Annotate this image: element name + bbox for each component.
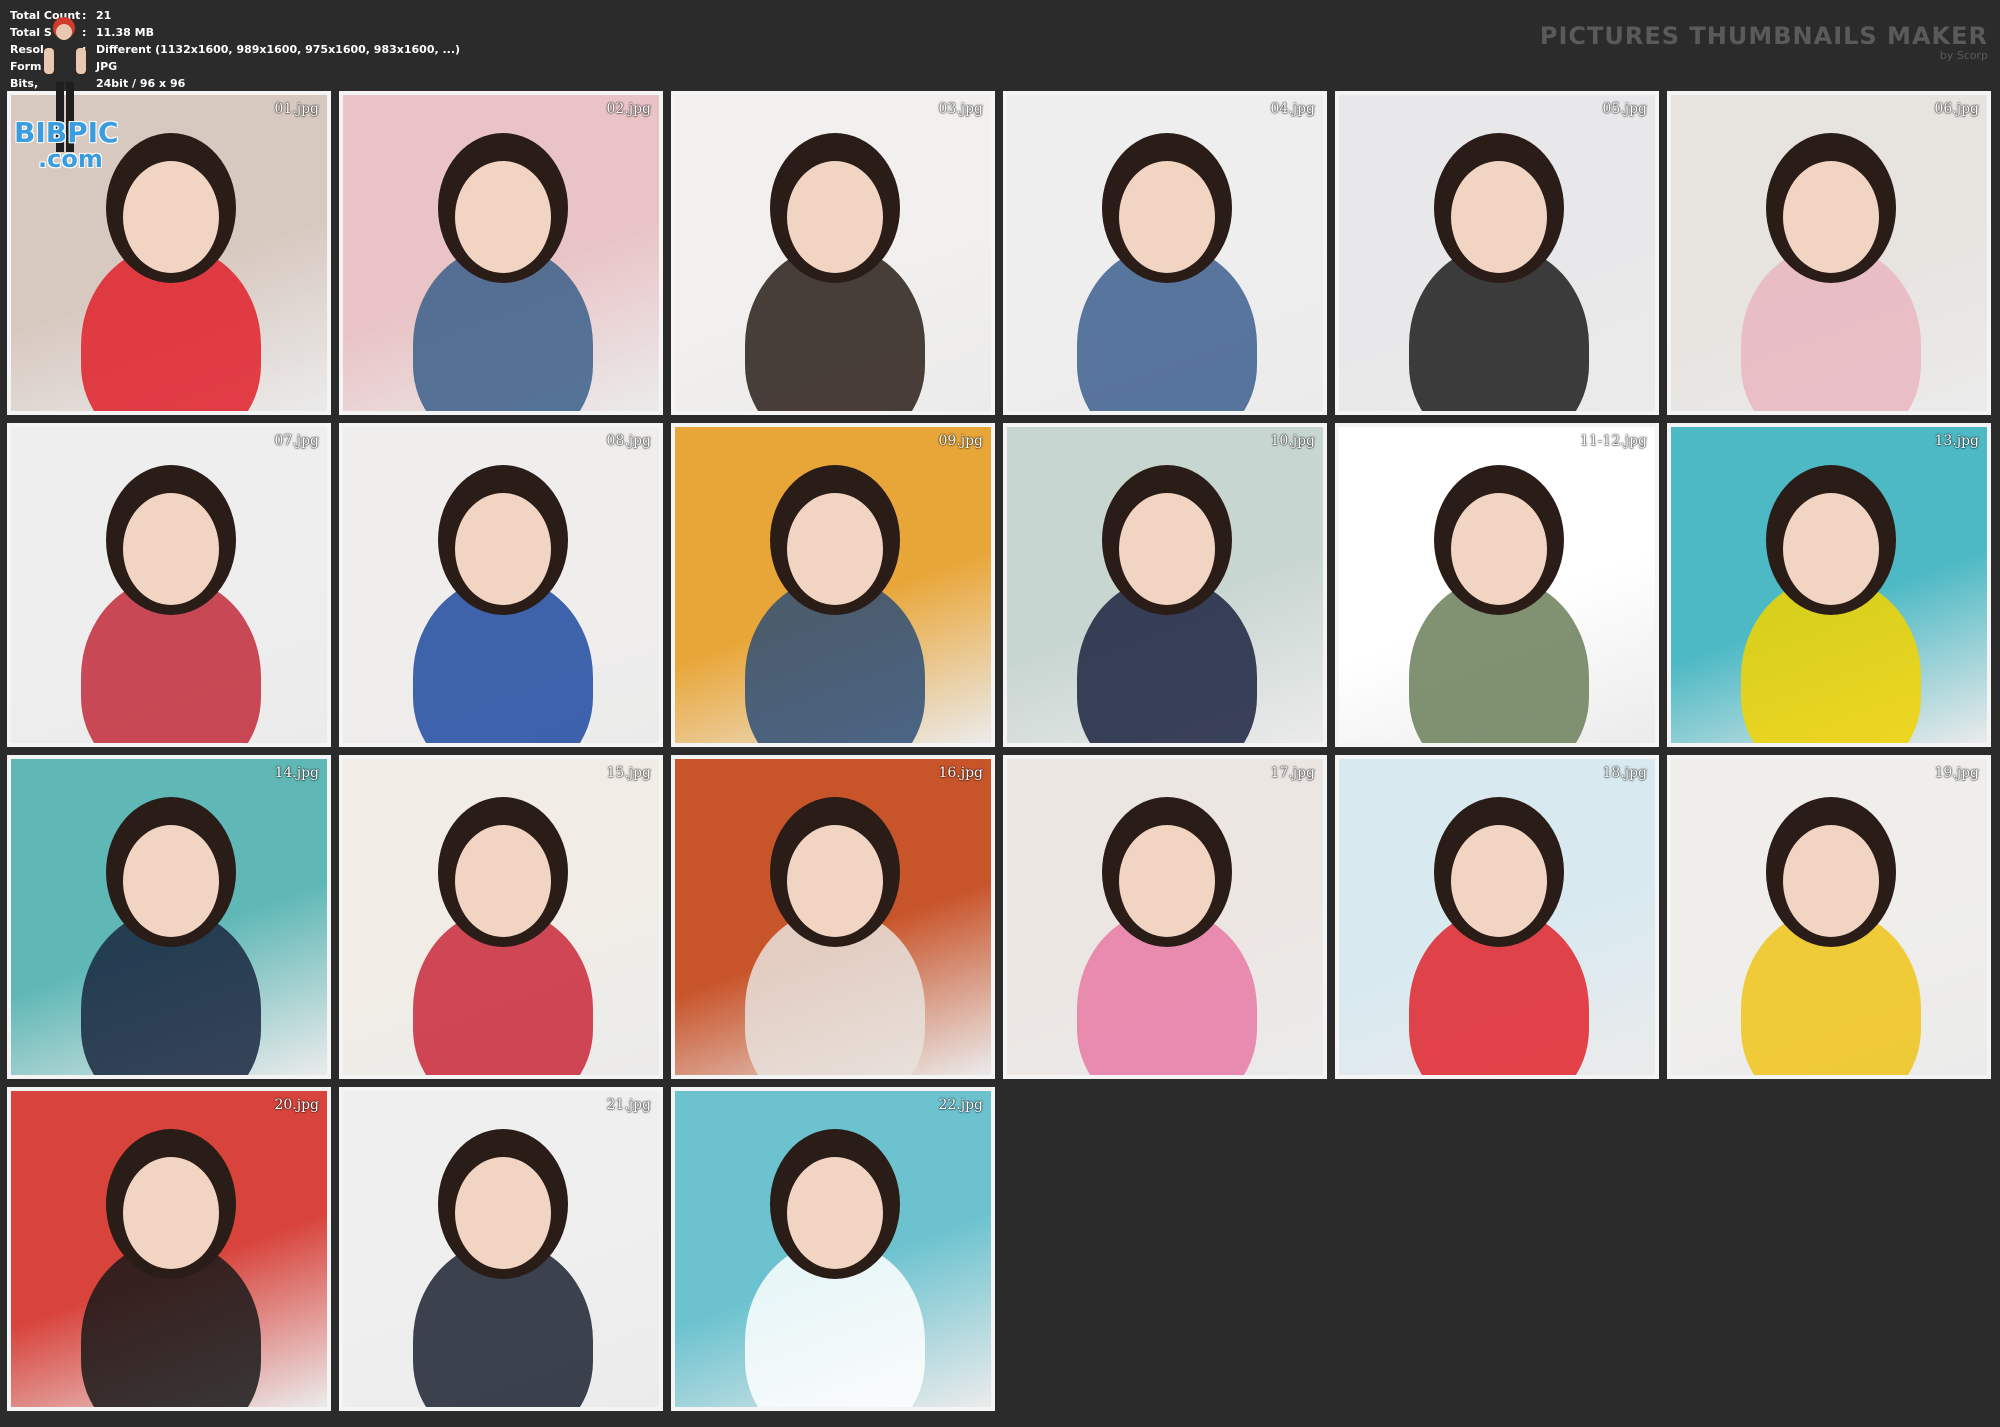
face-shape (1119, 493, 1215, 605)
thumbnail-image (1339, 95, 1655, 411)
face-shape (1451, 493, 1547, 605)
brand: PICTURES THUMBNAILS MAKER by Scorp (1540, 22, 1988, 62)
thumbnail-label: 09.jpg (938, 433, 983, 449)
face-shape (1783, 825, 1879, 937)
face-shape (1119, 161, 1215, 273)
thumbnail-image (675, 759, 991, 1075)
thumbnail[interactable]: 06.jpg (1667, 91, 1991, 415)
thumbnail-label: 21.jpg (606, 1097, 651, 1113)
thumbnail[interactable]: 14.jpg (7, 755, 331, 1079)
thumbnail-image (1007, 759, 1323, 1075)
face-shape (787, 493, 883, 605)
face-shape (1451, 161, 1547, 273)
thumbnail-image (343, 427, 659, 743)
thumbnail-label: 02.jpg (606, 101, 651, 117)
face-shape (1783, 493, 1879, 605)
info-value: 21 (96, 9, 112, 22)
thumbnail[interactable]: 21.jpg (339, 1087, 663, 1411)
thumbnail-label: 17.jpg (1270, 765, 1315, 781)
thumbnail[interactable]: 22.jpg (671, 1087, 995, 1411)
thumbnail-image (343, 1091, 659, 1407)
thumbnail[interactable]: 02.jpg (339, 91, 663, 415)
info-value: 24bit / 96 x 96 (96, 77, 186, 90)
thumbnail-label: 19.jpg (1934, 765, 1979, 781)
thumbnail-image (11, 427, 327, 743)
thumbnail[interactable]: 15.jpg (339, 755, 663, 1079)
thumbnail-image (11, 1091, 327, 1407)
thumbnail[interactable]: 19.jpg (1667, 755, 1991, 1079)
thumbnail-image (11, 759, 327, 1075)
thumbnail-label: 07.jpg (274, 433, 319, 449)
thumbnail[interactable]: 10.jpg (1003, 423, 1327, 747)
thumbnail-image (343, 759, 659, 1075)
face-shape (787, 161, 883, 273)
thumbnail-image (1671, 759, 1987, 1075)
thumbnail-label: 06.jpg (1934, 101, 1979, 117)
thumbnail-image (1339, 759, 1655, 1075)
face-shape (455, 161, 551, 273)
face-shape (1451, 825, 1547, 937)
brand-byline: by Scorp (1939, 49, 1988, 62)
thumbnail-label: 20.jpg (274, 1097, 319, 1113)
thumbnail[interactable]: 07.jpg (7, 423, 331, 747)
thumbnail[interactable]: 08.jpg (339, 423, 663, 747)
thumbnail-image (675, 95, 991, 411)
thumbnail-label: 18.jpg (1602, 765, 1647, 781)
thumbnail[interactable]: 13.jpg (1667, 423, 1991, 747)
face-shape (123, 493, 219, 605)
info-value: Different (1132x1600, 989x1600, 975x1600… (96, 43, 461, 56)
face-shape (455, 825, 551, 937)
face-shape (1119, 825, 1215, 937)
thumbnail-image (343, 95, 659, 411)
thumbnail-image (1339, 427, 1655, 743)
thumbnail-label: 10.jpg (1270, 433, 1315, 449)
watermark-line2: .com (38, 145, 103, 173)
thumbnail-label: 15.jpg (606, 765, 651, 781)
thumbnail[interactable]: 04.jpg (1003, 91, 1327, 415)
thumbnail-image (1007, 95, 1323, 411)
thumbnail[interactable]: 09.jpg (671, 423, 995, 747)
thumbnail-image (675, 427, 991, 743)
thumbnail[interactable]: 17.jpg (1003, 755, 1327, 1079)
thumbnail-label: 03.jpg (938, 101, 983, 117)
thumbnail-image (1671, 95, 1987, 411)
thumbnail-image (675, 1091, 991, 1407)
face-shape (123, 1157, 219, 1269)
thumbnail-label: 22.jpg (938, 1097, 983, 1113)
thumbnail-label: 01.jpg (274, 101, 319, 117)
face-shape (123, 825, 219, 937)
info-value: 11.38 MB (96, 26, 154, 39)
info-value: JPG (96, 60, 118, 73)
thumbnail-sheet: Total Count : 21 Total S : 11.38 MB Reso… (0, 0, 2000, 1427)
thumbnail[interactable]: 18.jpg (1335, 755, 1659, 1079)
face-shape (455, 493, 551, 605)
thumbnail[interactable]: 11-12.jpg (1335, 423, 1659, 747)
thumbnail[interactable]: 05.jpg (1335, 91, 1659, 415)
thumbnail-label: 14.jpg (274, 765, 319, 781)
face-shape (787, 825, 883, 937)
thumbnail-label: 11-12.jpg (1579, 433, 1647, 449)
thumbnail-image (1007, 427, 1323, 743)
thumbnail-label: 04.jpg (1270, 101, 1315, 117)
watermark-line1: BIBPIC (14, 116, 119, 149)
face-shape (1783, 161, 1879, 273)
face-shape (787, 1157, 883, 1269)
thumbnail-image (1671, 427, 1987, 743)
brand-title: PICTURES THUMBNAILS MAKER (1539, 22, 1988, 50)
thumbnail-label: 05.jpg (1602, 101, 1647, 117)
thumbnail[interactable]: 03.jpg (671, 91, 995, 415)
thumbnail[interactable]: 20.jpg (7, 1087, 331, 1411)
watermark-logo: BIBPIC .com (14, 116, 119, 173)
face-shape (455, 1157, 551, 1269)
thumbnail-label: 13.jpg (1934, 433, 1979, 449)
thumbnail[interactable]: 16.jpg (671, 755, 995, 1079)
thumbnail-label: 16.jpg (938, 765, 983, 781)
thumbnail-label: 08.jpg (606, 433, 651, 449)
face-shape (123, 161, 219, 273)
